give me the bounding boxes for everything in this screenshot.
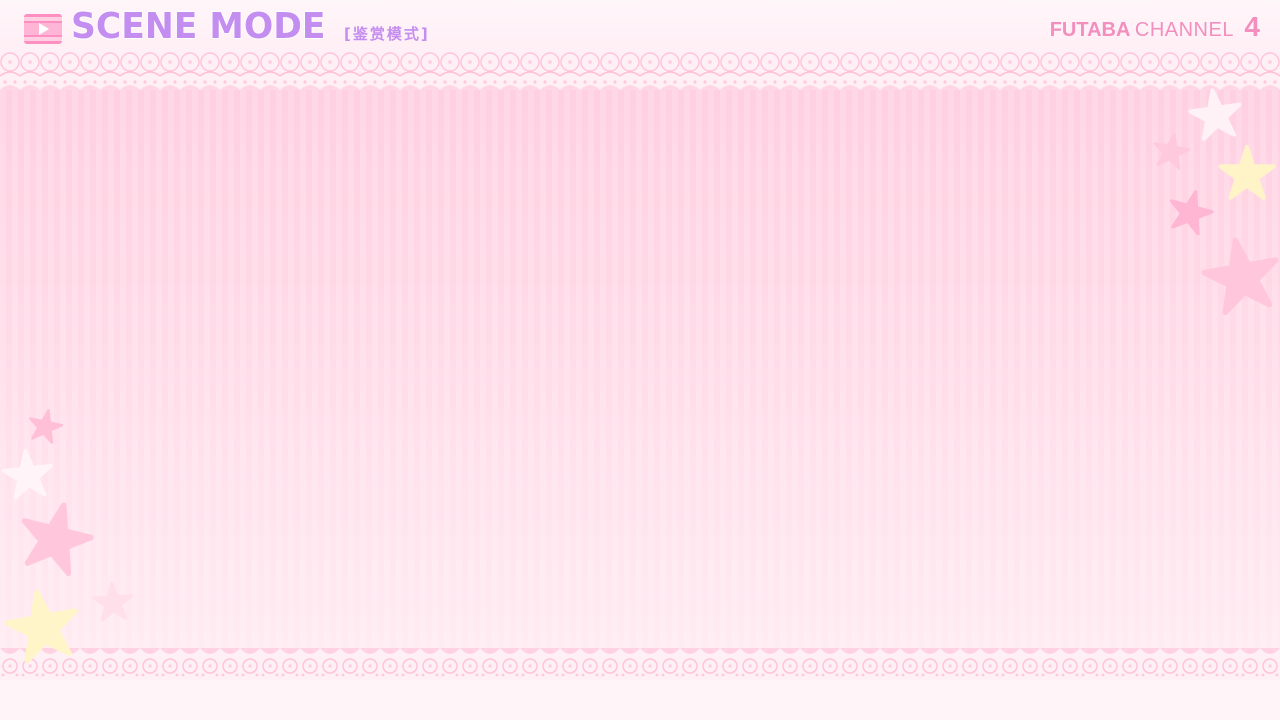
page-subtitle: [鉴赏模式] [344, 25, 430, 43]
lace-border-bottom [0, 648, 1280, 680]
channel-label: CHANNEL [1134, 19, 1234, 41]
channel-number: 4 [1244, 11, 1260, 42]
header-bar: SCENE MODE [鉴赏模式] FUTABA CHANNEL 4 [0, 0, 1280, 56]
channel-brand: FUTABA [1049, 19, 1131, 41]
lace-border-top [0, 50, 1280, 90]
page-title: SCENE MODE [71, 6, 326, 47]
channel-logo: FUTABA CHANNEL 4 [1050, 10, 1260, 49]
scene-list-panel [0, 72, 1280, 664]
film-play-icon [24, 14, 62, 44]
scene-mode-screen: SCENE MODE [鉴赏模式] FUTABA CHANNEL 4 [0, 0, 1280, 720]
